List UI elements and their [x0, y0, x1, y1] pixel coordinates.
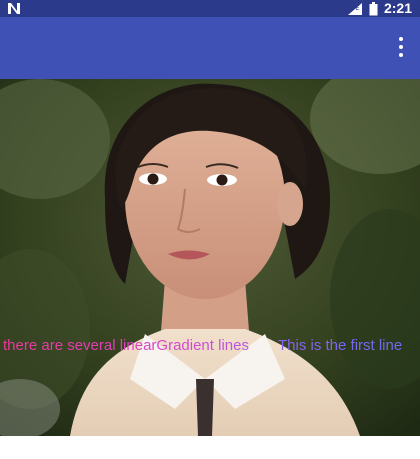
portrait-illustration [0, 79, 420, 436]
signal-icon: LTE [347, 2, 362, 15]
svg-text:LTE: LTE [349, 6, 360, 12]
battery-icon [369, 1, 378, 15]
gradient-text-part1: there are several linearGradient lines [3, 335, 249, 357]
app-bar [0, 17, 420, 79]
gradient-text-line: there are several linearGradient lines T… [0, 335, 420, 357]
status-bar: LTE 2:21 [0, 0, 420, 17]
overflow-menu-icon[interactable] [396, 35, 406, 59]
status-icons: LTE 2:21 [347, 0, 412, 17]
menu-dot [399, 37, 403, 41]
menu-dot [399, 45, 403, 49]
bottom-area [0, 436, 420, 459]
status-time: 2:21 [383, 0, 412, 16]
gradient-text-part2: This is the first line [278, 335, 402, 357]
menu-dot [399, 53, 403, 57]
portrait-photo: there are several linearGradient lines T… [0, 79, 420, 436]
n-logo-icon [8, 3, 20, 14]
